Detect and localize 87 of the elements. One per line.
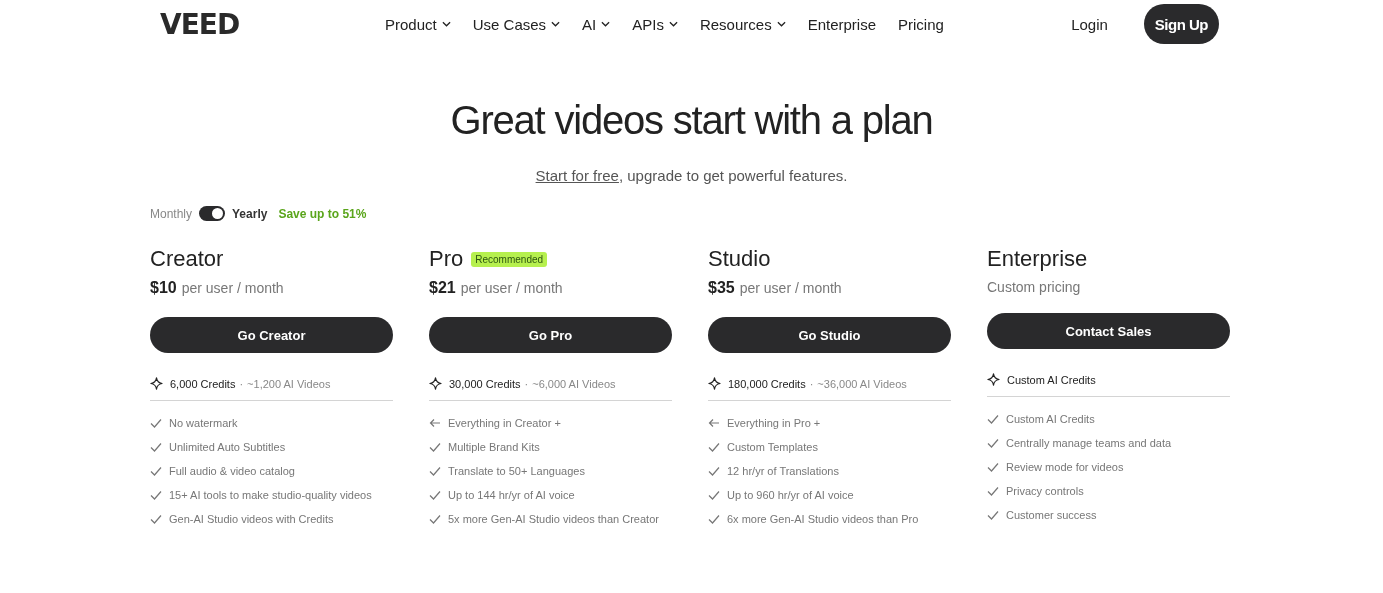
nav-link[interactable]: APIs [632,15,678,33]
recommended-badge: Recommended [471,251,548,267]
check-icon [708,466,720,476]
page-title: Great videos start with a plan [449,98,934,143]
savings-note: Save up to 51% [278,206,367,221]
start-free-link[interactable]: Start for free [535,167,619,184]
arrow-left-icon [429,418,441,428]
check-icon [708,442,720,452]
price-note: Custom pricing [987,279,1082,297]
arrow-left-icon [708,418,720,428]
feature-text: No watermark [169,417,238,429]
check-icon [429,490,441,500]
billing-toggle[interactable] [199,206,226,221]
feature-text: Everything in Creator + [448,417,561,429]
separator: · [239,377,244,390]
feature-text: Privacy controls [1006,485,1084,497]
monthly-label: Monthly [150,206,193,221]
feature-text: 5x more Gen-AI Studio videos than Creator [448,513,659,525]
plan-button[interactable]: Go Creator [150,317,393,353]
sparkle-icon [708,377,721,390]
credits-amount: 6,000 Credits [170,377,236,390]
logo[interactable]: VEED [160,7,385,41]
feature-text: Translate to 50+ Languages [448,465,585,477]
plan-button[interactable]: Go Pro [429,317,672,353]
separator: · [809,377,814,390]
plan-name: Pro [429,246,464,272]
credits-amount: 180,000 Credits [728,377,806,390]
credits-amount: Custom AI Credits [1007,373,1096,386]
nav-link[interactable]: Enterprise [807,15,876,33]
feature-text: Customer success [1006,509,1097,521]
feature-text: 12 hr/yr of Translations [727,465,839,477]
feature-text: Full audio & video catalog [169,465,295,477]
check-icon [150,466,162,476]
price-unit: per user / month [181,280,284,296]
feature-text: Unlimited Auto Subtitles [169,441,286,453]
check-icon [987,486,999,496]
plan-name: Studio [708,246,771,272]
plan-price: $10 [150,279,177,297]
subtitle: Start for free, upgrade to get powerful features. [534,167,849,184]
sparkle-icon [150,377,163,390]
feature-text: 6x more Gen-AI Studio videos than Pro [727,513,919,525]
check-icon [987,510,999,520]
check-icon [429,514,441,524]
check-icon [150,442,162,452]
yearly-label: Yearly [232,206,268,221]
feature-text: Everything in Pro + [727,417,821,429]
check-icon [429,442,441,452]
video-estimate: ~6,000 AI Videos [532,377,616,390]
sparkle-icon [987,373,1000,386]
check-icon [987,438,999,448]
check-icon [708,514,720,524]
nav-link[interactable]: Pricing [898,15,944,33]
price-unit: per user / month [460,280,563,296]
sparkle-icon [429,377,442,390]
check-icon [150,514,162,524]
price-unit: per user / month [739,280,842,296]
login-link[interactable]: Login [1071,15,1108,33]
video-estimate: ~1,200 AI Videos [247,377,331,390]
plan-name: Enterprise [987,246,1088,272]
check-icon [987,414,999,424]
feature-text: Custom AI Credits [1006,413,1095,425]
feature-text: Review mode for videos [1006,461,1124,473]
sign-up-button[interactable]: Sign Up [1143,4,1219,44]
feature-text: Up to 960 hr/yr of AI voice [727,489,854,501]
feature-text: Up to 144 hr/yr of AI voice [448,489,575,501]
feature-text: Centrally manage teams and data [1006,437,1172,449]
check-icon [708,490,720,500]
video-estimate: ~36,000 AI Videos [817,377,907,390]
check-icon [429,466,441,476]
separator: · [524,377,529,390]
plan-price: $21 [429,279,456,297]
plan-name: Creator [150,246,224,272]
nav-link[interactable]: AI [582,15,611,33]
plan-price: $35 [708,279,735,297]
nav-link[interactable]: Product [385,15,451,33]
credits-amount: 30,000 Credits [449,377,521,390]
nav-link[interactable]: Resources [699,15,786,33]
check-icon [150,418,162,428]
feature-text: 15+ AI tools to make studio-quality videos [169,489,372,501]
feature-text: Custom Templates [727,441,818,453]
nav-link[interactable]: Use Cases [472,15,561,33]
plan-button[interactable]: Go Studio [708,317,951,353]
check-icon [987,462,999,472]
feature-text: Multiple Brand Kits [448,441,540,453]
plan-button[interactable]: Contact Sales [987,313,1230,349]
check-icon [150,490,162,500]
feature-text: Gen-AI Studio videos with Credits [169,513,334,525]
